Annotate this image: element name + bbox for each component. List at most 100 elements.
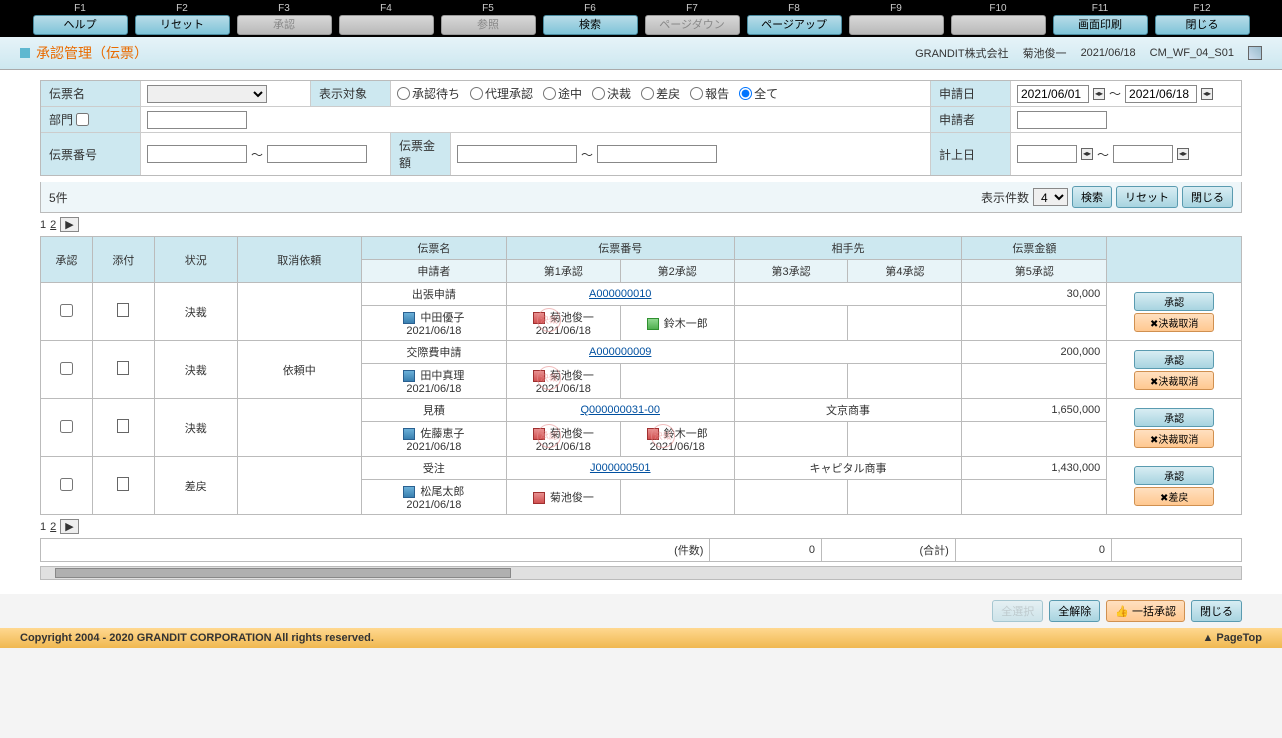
row-btn-承認[interactable]: 承認 xyxy=(1134,466,1214,485)
horizontal-scrollbar[interactable] xyxy=(40,566,1242,580)
fkey-f7: ページダウン xyxy=(645,15,740,35)
table-row: 決裁見積Q000000031-00文京商事1,650,000承認✖決裁取消 xyxy=(41,399,1242,422)
row-select-checkbox[interactable] xyxy=(60,304,73,317)
fkey-f8[interactable]: ページアップ xyxy=(747,15,842,35)
approval-cell: 菊池俊一 xyxy=(506,480,620,515)
grid-toggle-icon[interactable] xyxy=(1248,46,1262,60)
apply-date-from[interactable] xyxy=(1017,85,1089,103)
record-date-to[interactable] xyxy=(1113,145,1173,163)
dept-include-children[interactable] xyxy=(76,113,89,126)
row-btn-差戻[interactable]: ✖差戻 xyxy=(1134,487,1214,506)
approval-cell: 菊池俊一決裁2021/06/18 xyxy=(506,364,620,399)
row-btn-決裁取消[interactable]: ✖決裁取消 xyxy=(1134,429,1214,448)
reset-button[interactable]: リセット xyxy=(1116,186,1178,208)
fkey-f10 xyxy=(951,15,1046,35)
denpyo-number-link[interactable]: Q000000031-00 xyxy=(580,404,660,416)
total-count-label: (件数) xyxy=(41,539,710,562)
denpyo-no-to[interactable] xyxy=(267,145,367,163)
fkey-f1[interactable]: ヘルプ xyxy=(33,15,128,35)
fkey-label: F9 xyxy=(846,2,946,15)
row-select-checkbox[interactable] xyxy=(60,478,73,491)
th-a4: 第4承認 xyxy=(848,260,962,283)
radio-承認待ち[interactable]: 承認待ち xyxy=(397,85,460,102)
fkey-f11[interactable]: 画面印刷 xyxy=(1053,15,1148,35)
attachment-icon[interactable] xyxy=(117,361,129,375)
radio-全て[interactable]: 全て xyxy=(739,85,778,102)
attachment-icon[interactable] xyxy=(117,477,129,491)
table-row: 決裁出張申請A00000001030,000承認✖決裁取消 xyxy=(41,283,1242,306)
page-size-select[interactable]: 4 xyxy=(1033,188,1068,206)
row-actions: 承認 ✖決裁取消 xyxy=(1107,283,1242,341)
status-cell: 決裁 xyxy=(154,399,237,457)
person-icon xyxy=(647,318,659,330)
person-icon xyxy=(533,370,545,382)
row-btn-承認[interactable]: 承認 xyxy=(1134,408,1214,427)
status-cell: 決裁 xyxy=(154,341,237,399)
row-actions: 承認 ✖差戻 xyxy=(1107,457,1242,515)
row-select-checkbox[interactable] xyxy=(60,420,73,433)
batch-approve-button[interactable]: 👍 一括承認 xyxy=(1106,600,1185,622)
amount-cell: 200,000 xyxy=(962,341,1107,364)
amount-to[interactable] xyxy=(597,145,717,163)
pager-next-icon[interactable]: ▶ xyxy=(60,519,78,534)
applicant-input[interactable] xyxy=(1017,111,1107,129)
cancel-cell: 依頼中 xyxy=(237,341,361,399)
cancel-cell xyxy=(237,399,361,457)
clear-all-button[interactable]: 全解除 xyxy=(1049,600,1100,622)
total-sum-label: (合計) xyxy=(821,539,955,562)
person-icon xyxy=(403,312,415,324)
row-btn-承認[interactable]: 承認 xyxy=(1134,350,1214,369)
page-header: 承認管理（伝票） GRANDIT株式会社 菊池俊一 2021/06/18 CM_… xyxy=(0,37,1282,70)
th-a2: 第2承認 xyxy=(620,260,734,283)
footer-action-bar: 全選択 全解除 👍 一括承認 閉じる xyxy=(0,594,1282,628)
scrollbar-thumb[interactable] xyxy=(55,568,511,578)
select-all-button[interactable]: 全選択 xyxy=(992,600,1043,622)
row-btn-決裁取消[interactable]: ✖決裁取消 xyxy=(1134,371,1214,390)
fkey-f6[interactable]: 検索 xyxy=(543,15,638,35)
th-partner: 相手先 xyxy=(734,237,962,260)
department-input[interactable] xyxy=(147,111,247,129)
amount-cell: 1,430,000 xyxy=(962,457,1107,480)
person-icon xyxy=(403,370,415,382)
radio-代理承認[interactable]: 代理承認 xyxy=(470,85,533,102)
radio-報告[interactable]: 報告 xyxy=(690,85,729,102)
denpyo-name-select[interactable] xyxy=(147,85,267,103)
label-department: 部門 xyxy=(41,107,141,132)
row-btn-承認[interactable]: 承認 xyxy=(1134,292,1214,311)
calendar-icon[interactable]: ◂▸ xyxy=(1201,88,1213,100)
th-cancel: 取消依頼 xyxy=(237,237,361,283)
page-link[interactable]: 2 xyxy=(50,219,56,231)
record-date-from[interactable] xyxy=(1017,145,1077,163)
denpyo-number-link[interactable]: J000000501 xyxy=(590,462,651,474)
search-button[interactable]: 検索 xyxy=(1072,186,1112,208)
amount-from[interactable] xyxy=(457,145,577,163)
calendar-icon[interactable]: ◂▸ xyxy=(1093,88,1105,100)
denpyo-number-link[interactable]: A000000009 xyxy=(589,346,651,358)
calendar-icon[interactable]: ◂▸ xyxy=(1177,148,1189,160)
denpyo-number-link[interactable]: A000000010 xyxy=(589,288,651,300)
denpyo-no-from[interactable] xyxy=(147,145,247,163)
totals-row: (件数) 0 (合計) 0 xyxy=(40,538,1242,562)
row-btn-決裁取消[interactable]: ✖決裁取消 xyxy=(1134,313,1214,332)
fkey-f12[interactable]: 閉じる xyxy=(1155,15,1250,35)
close-button[interactable]: 閉じる xyxy=(1182,186,1233,208)
pager-next-icon[interactable]: ▶ xyxy=(60,217,78,232)
row-select-checkbox[interactable] xyxy=(60,362,73,375)
page-top-link[interactable]: ▲ PageTop xyxy=(1202,632,1262,644)
radio-途中[interactable]: 途中 xyxy=(543,85,582,102)
page-link[interactable]: 2 xyxy=(50,521,56,533)
fkey-f2[interactable]: リセット xyxy=(135,15,230,35)
attachment-icon[interactable] xyxy=(117,419,129,433)
denpyo-name-cell: 交際費申請 xyxy=(361,341,506,364)
amount-cell: 1,650,000 xyxy=(962,399,1107,422)
copyright-bar: Copyright 2004 - 2020 GRANDIT CORPORATIO… xyxy=(0,628,1282,648)
radio-決裁[interactable]: 決裁 xyxy=(592,85,631,102)
apply-date-to[interactable] xyxy=(1125,85,1197,103)
close-button-footer[interactable]: 閉じる xyxy=(1191,600,1242,622)
radio-差戻[interactable]: 差戻 xyxy=(641,85,680,102)
attachment-icon[interactable] xyxy=(117,303,129,317)
calendar-icon[interactable]: ◂▸ xyxy=(1081,148,1093,160)
total-sum: 0 xyxy=(955,539,1111,562)
th-actions xyxy=(1107,237,1242,283)
fkey-f3: 承認 xyxy=(237,15,332,35)
